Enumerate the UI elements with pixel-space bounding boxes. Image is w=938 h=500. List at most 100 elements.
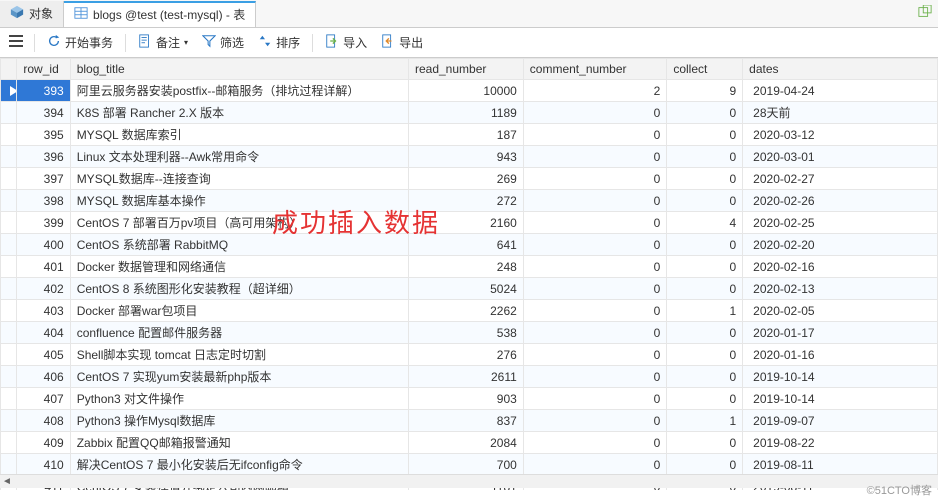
tab-table[interactable]: blogs @test (test-mysql) - 表 (64, 1, 256, 27)
col-header-collect[interactable]: collect (667, 59, 743, 80)
cell-read-number[interactable]: 700 (408, 454, 523, 476)
table-row[interactable]: 399CentOS 7 部署百万pv项目（高可用架构）2160042020-02… (1, 212, 938, 234)
cell-read-number[interactable]: 538 (408, 322, 523, 344)
cell-comment-number[interactable]: 0 (523, 322, 667, 344)
cell-blog-title[interactable]: Python3 操作Mysql数据库 (70, 410, 408, 432)
cell-collect[interactable]: 0 (667, 454, 743, 476)
cell-dates[interactable]: 2020-02-26 (743, 190, 938, 212)
data-grid[interactable]: row_id blog_title read_number comment_nu… (0, 58, 938, 490)
cell-comment-number[interactable]: 2 (523, 80, 667, 102)
cell-comment-number[interactable]: 0 (523, 146, 667, 168)
cell-dates[interactable]: 2019-10-14 (743, 388, 938, 410)
cell-read-number[interactable]: 272 (408, 190, 523, 212)
cell-blog-title[interactable]: confluence 配置邮件服务器 (70, 322, 408, 344)
table-row[interactable]: 396Linux 文本处理利器--Awk常用命令943002020-03-01 (1, 146, 938, 168)
cell-dates[interactable]: 2019-09-07 (743, 410, 938, 432)
cell-row-id[interactable]: 401 (17, 256, 70, 278)
cell-read-number[interactable]: 248 (408, 256, 523, 278)
cell-collect[interactable]: 0 (667, 432, 743, 454)
cell-row-id[interactable]: 408 (17, 410, 70, 432)
table-row[interactable]: 394K8S 部署 Rancher 2.X 版本11890028天前 (1, 102, 938, 124)
table-row[interactable]: 405Shell脚本实现 tomcat 日志定时切割276002020-01-1… (1, 344, 938, 366)
cell-read-number[interactable]: 2611 (408, 366, 523, 388)
cell-comment-number[interactable]: 0 (523, 168, 667, 190)
new-tab-icon[interactable] (918, 5, 932, 22)
table-row[interactable]: 402CentOS 8 系统图形化安装教程（超详细）5024002020-02-… (1, 278, 938, 300)
cell-comment-number[interactable]: 0 (523, 256, 667, 278)
table-row[interactable]: 403Docker 部署war包项目2262012020-02-05 (1, 300, 938, 322)
scroll-left-icon[interactable]: ◄ (0, 475, 14, 489)
cell-blog-title[interactable]: Zabbix 配置QQ邮箱报警通知 (70, 432, 408, 454)
col-header-dates[interactable]: dates (743, 59, 938, 80)
cell-comment-number[interactable]: 0 (523, 344, 667, 366)
cell-dates[interactable]: 2019-04-24 (743, 80, 938, 102)
table-row[interactable]: 397MYSQL数据库--连接查询269002020-02-27 (1, 168, 938, 190)
cell-blog-title[interactable]: Docker 数据管理和网络通信 (70, 256, 408, 278)
cell-blog-title[interactable]: Python3 对文件操作 (70, 388, 408, 410)
table-row[interactable]: 401Docker 数据管理和网络通信248002020-02-16 (1, 256, 938, 278)
cell-row-id[interactable]: 395 (17, 124, 70, 146)
cell-collect[interactable]: 0 (667, 168, 743, 190)
cell-read-number[interactable]: 5024 (408, 278, 523, 300)
cell-blog-title[interactable]: 阿里云服务器安装postfix--邮箱服务（排坑过程详解） (70, 80, 408, 102)
cell-comment-number[interactable]: 0 (523, 124, 667, 146)
cell-collect[interactable]: 9 (667, 80, 743, 102)
cell-comment-number[interactable]: 0 (523, 190, 667, 212)
cell-blog-title[interactable]: Docker 部署war包项目 (70, 300, 408, 322)
col-header-read-number[interactable]: read_number (408, 59, 523, 80)
table-row[interactable]: 408Python3 操作Mysql数据库837012019-09-07 (1, 410, 938, 432)
cell-collect[interactable]: 0 (667, 102, 743, 124)
cell-dates[interactable]: 2020-02-13 (743, 278, 938, 300)
cell-blog-title[interactable]: MYSQL数据库--连接查询 (70, 168, 408, 190)
cell-row-id[interactable]: 406 (17, 366, 70, 388)
cell-read-number[interactable]: 276 (408, 344, 523, 366)
cell-row-id[interactable]: 410 (17, 454, 70, 476)
cell-comment-number[interactable]: 0 (523, 410, 667, 432)
col-header-blog-title[interactable]: blog_title (70, 59, 408, 80)
cell-row-id[interactable]: 409 (17, 432, 70, 454)
cell-comment-number[interactable]: 0 (523, 454, 667, 476)
cell-row-id[interactable]: 393 (17, 80, 70, 102)
cell-blog-title[interactable]: CentOS 8 系统图形化安装教程（超详细） (70, 278, 408, 300)
cell-read-number[interactable]: 943 (408, 146, 523, 168)
cell-row-id[interactable]: 399 (17, 212, 70, 234)
cell-blog-title[interactable]: CentOS 系统部署 RabbitMQ (70, 234, 408, 256)
cell-collect[interactable]: 0 (667, 190, 743, 212)
cell-blog-title[interactable]: CentOS 7 实现yum安装最新php版本 (70, 366, 408, 388)
cell-collect[interactable]: 0 (667, 322, 743, 344)
cell-collect[interactable]: 4 (667, 212, 743, 234)
cell-read-number[interactable]: 903 (408, 388, 523, 410)
table-row[interactable]: 407Python3 对文件操作903002019-10-14 (1, 388, 938, 410)
export-button[interactable]: 导出 (375, 31, 429, 55)
cell-blog-title[interactable]: 解决CentOS 7 最小化安装后无ifconfig命令 (70, 454, 408, 476)
memo-button[interactable]: 备注 ▾ (132, 31, 194, 55)
cell-read-number[interactable]: 641 (408, 234, 523, 256)
cell-collect[interactable]: 0 (667, 234, 743, 256)
table-row[interactable]: 409Zabbix 配置QQ邮箱报警通知2084002019-08-22 (1, 432, 938, 454)
col-header-row-id[interactable]: row_id (17, 59, 70, 80)
cell-row-id[interactable]: 404 (17, 322, 70, 344)
cell-blog-title[interactable]: MYSQL 数据库索引 (70, 124, 408, 146)
cell-blog-title[interactable]: CentOS 7 部署百万pv项目（高可用架构） (70, 212, 408, 234)
cell-comment-number[interactable]: 0 (523, 234, 667, 256)
cell-dates[interactable]: 2019-08-22 (743, 432, 938, 454)
begin-transaction-button[interactable]: 开始事务 (41, 31, 119, 55)
cell-read-number[interactable]: 2084 (408, 432, 523, 454)
cell-row-id[interactable]: 396 (17, 146, 70, 168)
table-row[interactable]: 406CentOS 7 实现yum安装最新php版本2611002019-10-… (1, 366, 938, 388)
cell-dates[interactable]: 2019-10-14 (743, 366, 938, 388)
menu-button[interactable] (4, 31, 28, 55)
cell-blog-title[interactable]: Linux 文本处理利器--Awk常用命令 (70, 146, 408, 168)
cell-comment-number[interactable]: 0 (523, 102, 667, 124)
cell-dates[interactable]: 2020-01-16 (743, 344, 938, 366)
cell-dates[interactable]: 28天前 (743, 102, 938, 124)
cell-dates[interactable]: 2020-02-20 (743, 234, 938, 256)
tab-objects[interactable]: 对象 (0, 1, 64, 27)
cell-blog-title[interactable]: Shell脚本实现 tomcat 日志定时切割 (70, 344, 408, 366)
cell-collect[interactable]: 0 (667, 146, 743, 168)
cell-dates[interactable]: 2020-02-05 (743, 300, 938, 322)
cell-row-id[interactable]: 398 (17, 190, 70, 212)
import-button[interactable]: 导入 (319, 31, 373, 55)
cell-comment-number[interactable]: 0 (523, 212, 667, 234)
sort-button[interactable]: 排序 (252, 31, 306, 55)
